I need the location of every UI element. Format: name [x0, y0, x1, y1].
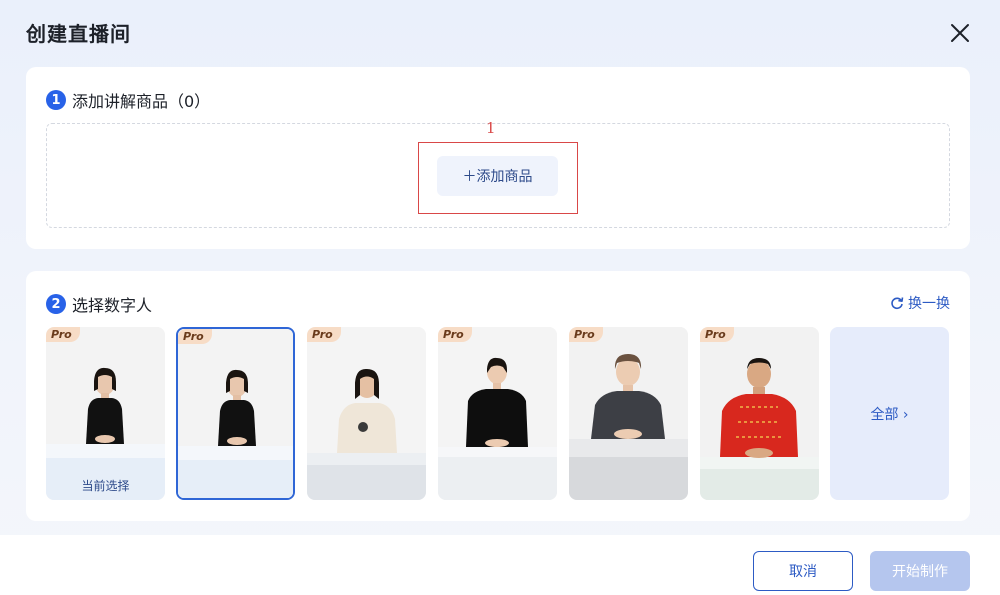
annotation-number: 1	[486, 119, 496, 137]
avatar-figure	[46, 327, 165, 500]
dialog-footer: 取消 开始制作	[0, 535, 1000, 595]
swap-button[interactable]: 换一换	[890, 293, 950, 313]
section-title-products: 添加讲解商品（0）	[72, 92, 211, 111]
avatar-figure	[700, 327, 819, 500]
section-header-products: 1 添加讲解商品（0）	[46, 88, 210, 112]
pro-badge: Pro	[178, 329, 212, 344]
step-number-1: 1	[46, 90, 66, 110]
annotation-box	[418, 142, 578, 214]
avatar-card-4[interactable]: Pro	[438, 327, 557, 500]
choose-digital-human-section: 2 选择数字人 换一换 Pro 当前选择 Pro Pro Pro Pro Pro…	[26, 271, 970, 521]
current-selection-label: 当前选择	[81, 479, 130, 493]
avatar-figure	[438, 327, 557, 500]
create-live-room-dialog: 创建直播间 1 添加讲解商品（0） ＋添加商品 1 2 选择数字人 换一换 Pr…	[0, 0, 1000, 595]
close-button[interactable]	[946, 19, 974, 47]
refresh-icon	[891, 297, 904, 310]
avatar-figure	[569, 327, 688, 500]
close-icon	[951, 24, 969, 42]
step-number-2: 2	[46, 294, 66, 314]
avatar-figure	[178, 329, 293, 498]
avatar-card-6[interactable]: Pro	[700, 327, 819, 500]
pro-badge: Pro	[438, 327, 472, 342]
cancel-button[interactable]: 取消	[753, 551, 853, 591]
swap-label: 换一换	[908, 296, 950, 312]
start-production-button[interactable]: 开始制作	[870, 551, 970, 591]
view-all-avatars-button[interactable]: 全部 ›	[830, 327, 949, 500]
section-header-avatars: 2 选择数字人	[46, 292, 152, 316]
pro-badge: Pro	[46, 327, 80, 342]
avatar-card-2[interactable]: Pro	[176, 327, 295, 500]
pro-badge: Pro	[307, 327, 341, 342]
avatar-card-3[interactable]: Pro	[307, 327, 426, 500]
avatar-card-1[interactable]: Pro 当前选择	[46, 327, 165, 500]
pro-badge: Pro	[700, 327, 734, 342]
section-title-avatars: 选择数字人	[72, 296, 153, 315]
avatar-figure	[307, 327, 426, 500]
pro-badge: Pro	[569, 327, 603, 342]
avatar-card-5[interactable]: Pro	[569, 327, 688, 500]
dialog-title: 创建直播间	[26, 22, 131, 46]
add-products-section: 1 添加讲解商品（0） ＋添加商品 1	[26, 67, 970, 249]
